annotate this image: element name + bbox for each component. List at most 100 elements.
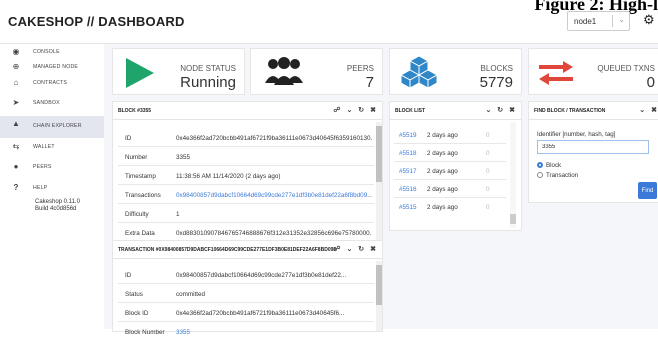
row-key: Timestamp — [125, 173, 156, 180]
block-radio[interactable]: Block — [537, 162, 561, 169]
block-number-link[interactable]: #5517 — [399, 168, 417, 175]
send-icon: ➤ — [12, 98, 20, 107]
sidebar: ◉ CONSOLE ⊕ MANAGED NODE ⌂ CONTRACTS ➤ S… — [0, 44, 104, 329]
queued-txns-card: QUEUED TXNS 0 — [528, 48, 658, 95]
chevron-down-icon[interactable]: ⌄ — [346, 107, 354, 114]
sidebar-item-sandbox[interactable]: ➤ SANDBOX — [0, 95, 104, 115]
block-number-link[interactable]: 3355 — [176, 329, 372, 336]
panel-controls: ⌄ ↻ ✖ — [485, 106, 517, 114]
row-value: 0x4e366f2ad720bcbb491af6721f9ba36111e067… — [176, 135, 372, 142]
scrollbar[interactable] — [510, 122, 516, 228]
refresh-icon[interactable]: ↻ — [497, 107, 505, 114]
find-button[interactable]: Find — [638, 182, 657, 199]
block-tx-count: 0 — [486, 132, 490, 139]
close-icon[interactable]: ✖ — [509, 107, 517, 114]
row-key: Status — [125, 291, 143, 298]
identifier-input[interactable] — [537, 140, 649, 154]
peers-value: 7 — [365, 74, 374, 91]
scrollbar-thumb[interactable] — [510, 214, 516, 224]
sidebar-item-label: CONTRACTS — [33, 80, 68, 86]
block-number-link[interactable]: #5518 — [399, 150, 417, 157]
scrollbar[interactable] — [376, 122, 382, 252]
list-item[interactable]: #5518 2 days ago 0 — [394, 144, 506, 162]
sidebar-item-label: HELP — [33, 185, 48, 191]
radio-unselected-icon — [537, 172, 543, 178]
transaction-radio[interactable]: Transaction — [537, 172, 578, 179]
block-age: 2 days ago — [427, 150, 458, 157]
sidebar-item-help[interactable]: ? HELP — [0, 180, 104, 200]
close-icon[interactable]: ✖ — [370, 246, 378, 253]
radio-selected-icon — [537, 162, 543, 168]
version-text: Cakeshop 0.11.0 — [35, 199, 80, 205]
block-tx-count: 0 — [486, 204, 490, 211]
node-status-label: NODE STATUS — [180, 64, 236, 73]
scrollbar-thumb[interactable] — [376, 126, 382, 182]
row-key: Extra Data — [125, 230, 155, 237]
users-icon: ● — [13, 162, 19, 171]
table-row: Difficulty 1 — [118, 205, 374, 223]
refresh-icon[interactable]: ↻ — [358, 107, 366, 114]
table-row: Status committed — [118, 285, 374, 303]
block-detail-panel: BLOCK #3355 ☍ ⌄ ↻ ✖ ID 0x4e366f2ad720bcb… — [112, 101, 383, 256]
block-age: 2 days ago — [427, 204, 458, 211]
sidebar-item-label: MANAGED NODE — [33, 64, 79, 70]
panel-controls: ☍ ⌄ ↻ ✖ — [333, 106, 378, 114]
node-select[interactable]: node1 ⌄ — [567, 11, 630, 31]
transaction-link[interactable]: 0x98400857d9dabcf10664d69c99cde277e1df3b… — [176, 192, 372, 199]
sidebar-item-wallet[interactable]: ⇆ WALLET — [0, 139, 104, 159]
main-content: NODE STATUS Running PEERS 7 BLOCKS 5779 — [104, 44, 658, 336]
list-item[interactable]: #5517 2 days ago 0 — [394, 162, 506, 180]
table-row: Transactions 0x98400857d9dabcf10664d69c9… — [118, 186, 374, 204]
sidebar-item-label: CONSOLE — [33, 49, 60, 55]
row-value: 1 — [176, 211, 180, 218]
row-value: 0x4e366f2ad720bcbb491af6721f9ba36111e067… — [176, 310, 345, 317]
sidebar-item-chain-explorer[interactable]: ▲ CHAIN EXPLORER — [0, 116, 104, 138]
queued-txns-value: 0 — [646, 74, 655, 91]
row-key: Transactions — [125, 192, 161, 199]
close-icon[interactable]: ✖ — [370, 107, 378, 114]
row-key: Block Number — [125, 329, 165, 336]
scrollbar-thumb[interactable] — [376, 265, 382, 305]
close-icon[interactable]: ✖ — [651, 107, 658, 114]
block-number-link[interactable]: #5516 — [399, 186, 417, 193]
link-icon[interactable]: ☍ — [333, 246, 342, 253]
bank-icon: ⌂ — [13, 78, 19, 87]
row-value: 0x98400857d9dabcf10664d69c99cde277e1df3b… — [176, 272, 347, 279]
table-row: ID 0x4e366f2ad720bcbb491af6721f9ba36111e… — [118, 129, 374, 147]
block-age: 2 days ago — [427, 168, 458, 175]
chevron-down-icon[interactable]: ⌄ — [639, 107, 647, 114]
blocks-label: BLOCKS — [480, 64, 513, 73]
gear-icon[interactable]: ⚙ — [643, 12, 655, 28]
refresh-icon[interactable]: ↻ — [358, 246, 366, 253]
sidebar-item-contracts[interactable]: ⌂ CONTRACTS — [0, 75, 104, 95]
sidebar-item-peers[interactable]: ● PEERS — [0, 159, 104, 179]
find-panel: FIND BLOCK / TRANSACTION ⌄ ✖ Identifier … — [528, 101, 658, 203]
scrollbar[interactable] — [376, 261, 382, 331]
row-key: Block ID — [125, 310, 149, 317]
question-icon: ? — [13, 183, 19, 192]
build-text: Build 4c0d856d — [35, 206, 77, 212]
cubes-icon: ▲ — [12, 119, 20, 128]
block-panel-header: BLOCK #3355 ☍ ⌄ ↻ ✖ — [113, 102, 382, 120]
list-item[interactable]: #5516 2 days ago 0 — [394, 180, 506, 198]
blocks-card: BLOCKS 5779 — [389, 48, 522, 95]
block-list-header: BLOCK LIST ⌄ ↻ ✖ — [390, 102, 521, 120]
block-list-panel: BLOCK LIST ⌄ ↻ ✖ #5519 2 days ago 0 #551… — [389, 101, 522, 231]
find-panel-title: FIND BLOCK / TRANSACTION — [534, 108, 606, 114]
link-icon[interactable]: ☍ — [333, 107, 342, 114]
app-title: CAKESHOP // DASHBOARD — [8, 14, 185, 29]
row-value: 0xd883010907846765746888676f312e31352e32… — [176, 230, 372, 237]
block-tx-count: 0 — [486, 168, 490, 175]
transaction-panel: TRANSACTION #0X98400857D9DABCF10664D69C9… — [112, 240, 383, 336]
chevron-down-icon[interactable]: ⌄ — [485, 107, 493, 114]
node-select-value: node1 — [574, 17, 597, 26]
block-number-link[interactable]: #5515 — [399, 204, 417, 211]
block-number-link[interactable]: #5519 — [399, 132, 417, 139]
exchange-icon: ⇆ — [12, 142, 20, 151]
transaction-radio-label: Transaction — [546, 172, 579, 179]
list-item[interactable]: #5519 2 days ago 0 — [394, 126, 506, 144]
list-item[interactable]: #5515 2 days ago 0 — [394, 198, 506, 216]
cubes-icon — [401, 55, 437, 89]
exchange-arrows-icon — [539, 61, 573, 85]
chevron-down-icon[interactable]: ⌄ — [346, 246, 354, 253]
